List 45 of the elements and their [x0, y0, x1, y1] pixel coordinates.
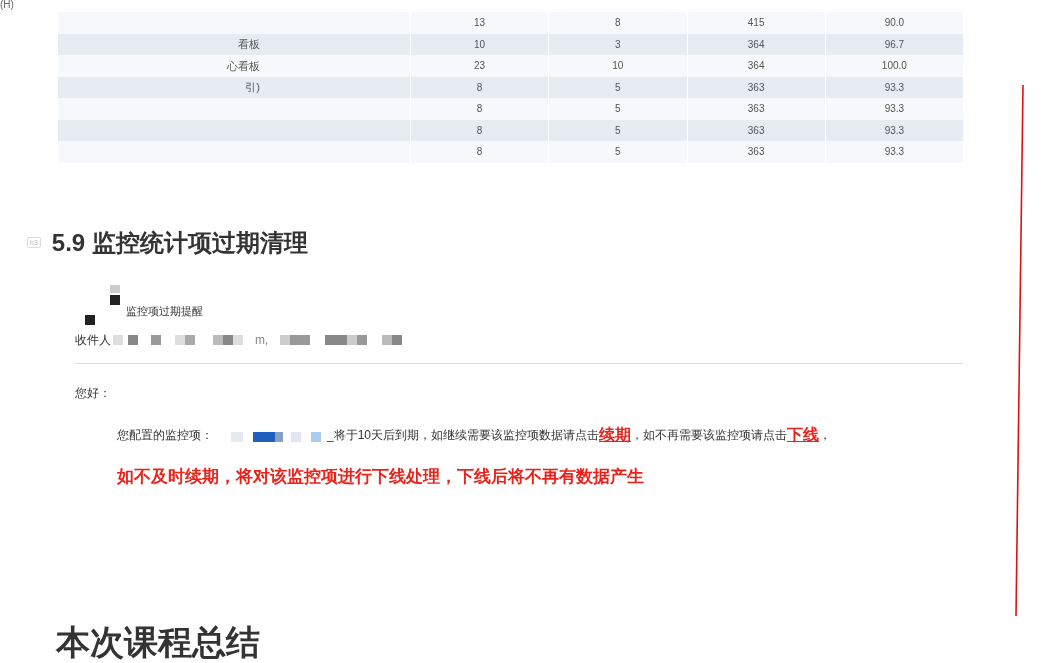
table-cell-text: 363 — [747, 145, 765, 160]
table-cell-text: 93.3 — [884, 123, 905, 138]
table-cell: 看板 — [238, 37, 260, 52]
table-cell-text: 364 — [747, 59, 765, 74]
table-cell-text: 100.0 — [881, 59, 907, 74]
action-link[interactable]: 续期 — [599, 425, 632, 444]
section-heading: 5.9 监控统计项过期清理 — [51, 227, 308, 258]
table-cell-text: 363 — [747, 102, 765, 117]
body-text: 您配置的监控项： — [117, 426, 213, 444]
body-text: ， — [819, 426, 832, 444]
table-cell-text: 8 — [615, 16, 621, 31]
table-cell-text: 93.3 — [884, 145, 905, 160]
table-cell-text: 363 — [747, 80, 765, 95]
section-heading: 本次课程总结 — [56, 622, 260, 662]
table-cell-text: 96.7 — [884, 37, 905, 52]
table-cell-text: 5 — [615, 102, 621, 117]
table-cell-text: 93.3 — [884, 102, 905, 117]
body-text: _将于10天后到期，如继续需要该监控项数据请点击 — [327, 427, 600, 444]
table-cell: 引) — [245, 80, 260, 95]
table-cell-text: 364 — [747, 37, 765, 52]
table-cell-text: 10 — [474, 37, 486, 52]
table-cell-text: 90.0 — [884, 16, 905, 31]
table-cell-text: 8 — [476, 123, 483, 138]
recipients-label: 收件人 — [75, 331, 111, 349]
corner-label: (H) — [0, 0, 14, 10]
warning-text: 如不及时续期，将对该监控项进行下线处理，下线后将不再有数据产生 — [117, 465, 645, 488]
table-cell-text: 5 — [615, 80, 621, 95]
table-cell-text: 8 — [476, 80, 483, 95]
table-cell-text: 415 — [747, 16, 765, 31]
table-cell-text: 8 — [476, 102, 483, 117]
table-cell-text: 13 — [474, 16, 486, 31]
email-subject: 监控项过期提醒 — [126, 304, 203, 319]
table-cell-text: 363 — [747, 123, 765, 138]
table-cell-text: 10 — [612, 59, 624, 74]
greeting-text: 您好： — [75, 384, 112, 402]
table-cell-text: 93.3 — [884, 80, 905, 95]
table-cell-text: 3 — [615, 37, 621, 52]
table-cell-text: 8 — [476, 145, 483, 160]
body-text: ，如不再需要该监控项请点击 — [631, 426, 788, 442]
table-cell-text: 5 — [615, 123, 621, 138]
table-cell-text: 5 — [615, 145, 621, 160]
table-cell-text: 23 — [474, 59, 486, 74]
recipients-text: m, — [255, 331, 269, 349]
action-link[interactable]: 下线 — [787, 425, 820, 444]
table-cell: 心看板 — [227, 58, 260, 73]
